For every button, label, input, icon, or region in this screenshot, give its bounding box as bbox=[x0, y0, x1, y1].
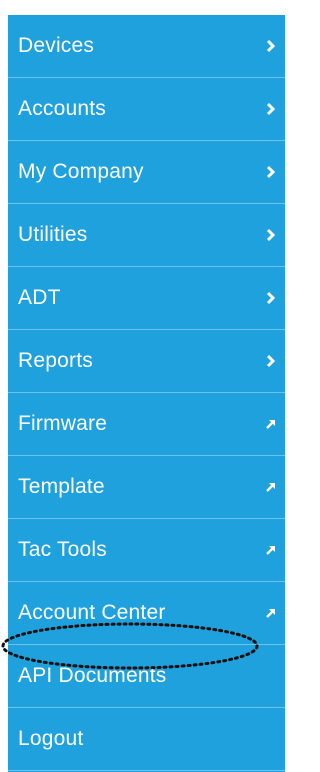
menu-item-label: Utilities bbox=[18, 223, 88, 246]
menu-item-label: Account Center bbox=[18, 601, 166, 624]
menu-item-adt[interactable]: ADT bbox=[8, 267, 285, 330]
menu-item-template[interactable]: Template bbox=[8, 456, 285, 519]
menu-item-logout[interactable]: Logout bbox=[8, 708, 285, 771]
chevron-right-icon bbox=[263, 101, 279, 117]
menu-item-label: My Company bbox=[18, 160, 144, 183]
menu-item-label: Firmware bbox=[18, 412, 108, 435]
external-link-arrow-icon bbox=[263, 605, 279, 621]
chevron-right-icon bbox=[263, 227, 279, 243]
chevron-right-icon bbox=[263, 38, 279, 54]
side-menu: Devices Accounts My Company Utilities AD… bbox=[1, 15, 285, 772]
menu-item-label: Accounts bbox=[18, 97, 106, 120]
chevron-right-icon bbox=[263, 353, 279, 369]
chevron-right-icon bbox=[263, 290, 279, 306]
external-link-arrow-icon bbox=[263, 416, 279, 432]
menu-item-label: Logout bbox=[18, 727, 84, 750]
menu-item-my-company[interactable]: My Company bbox=[8, 141, 285, 204]
menu-item-label: Template bbox=[18, 475, 105, 498]
menu-item-reports[interactable]: Reports bbox=[8, 330, 285, 393]
external-link-arrow-icon bbox=[263, 479, 279, 495]
menu-item-tac-tools[interactable]: Tac Tools bbox=[8, 519, 285, 582]
menu-item-firmware[interactable]: Firmware bbox=[8, 393, 285, 456]
menu-item-label: Tac Tools bbox=[18, 538, 107, 561]
external-link-arrow-icon bbox=[263, 542, 279, 558]
menu-item-account-center[interactable]: Account Center bbox=[8, 582, 285, 645]
chevron-right-icon bbox=[263, 164, 279, 180]
menu-item-devices[interactable]: Devices bbox=[8, 15, 285, 78]
menu-item-label: Reports bbox=[18, 349, 93, 372]
menu-item-label: API Documents bbox=[18, 664, 167, 687]
menu-item-api-documents[interactable]: API Documents bbox=[8, 645, 285, 708]
menu-item-utilities[interactable]: Utilities bbox=[8, 204, 285, 267]
menu-item-label: ADT bbox=[18, 286, 61, 309]
menu-item-accounts[interactable]: Accounts bbox=[8, 78, 285, 141]
menu-item-label: Devices bbox=[18, 34, 95, 57]
